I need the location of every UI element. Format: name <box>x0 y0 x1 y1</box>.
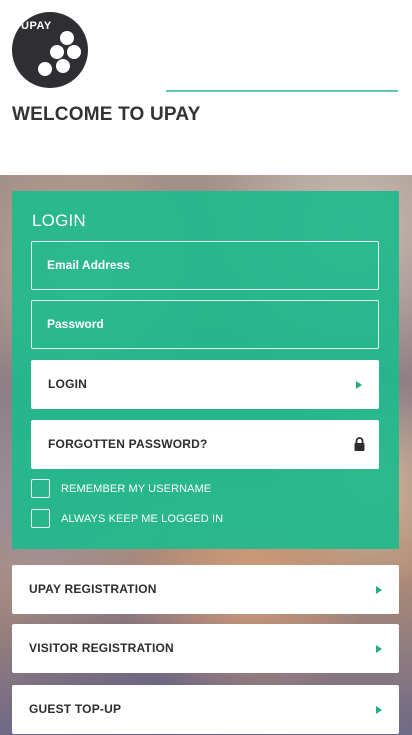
forgotten-password-label: FORGOTTEN PASSWORD? <box>48 437 208 451</box>
keep-logged-in-label: ALWAYS KEEP ME LOGGED IN <box>61 512 224 525</box>
keep-logged-in-row[interactable]: ALWAYS KEEP ME LOGGED IN <box>31 509 223 528</box>
page-title: WELCOME TO UPAY <box>12 104 201 125</box>
guest-top-up-label: GUEST TOP-UP <box>29 702 122 716</box>
lock-icon <box>354 437 365 451</box>
email-placeholder: Email Address <box>47 258 130 272</box>
play-arrow-icon <box>376 585 382 594</box>
header: UPAY WELCOME TO UPAY <box>0 0 412 175</box>
visitor-registration-label: VISITOR REGISTRATION <box>29 641 174 655</box>
visitor-registration-button[interactable]: VISITOR REGISTRATION <box>12 624 399 673</box>
email-field[interactable]: Email Address <box>31 241 379 290</box>
logo-dots-icon <box>38 31 81 76</box>
remember-username-checkbox[interactable] <box>31 479 50 498</box>
password-placeholder: Password <box>47 317 104 331</box>
keep-logged-in-checkbox[interactable] <box>31 509 50 528</box>
play-arrow-icon <box>356 380 362 389</box>
play-arrow-icon <box>376 705 382 714</box>
login-title: LOGIN <box>32 211 86 230</box>
remember-username-label: REMEMBER MY USERNAME <box>61 482 212 495</box>
login-button[interactable]: LOGIN <box>31 360 379 409</box>
upay-registration-label: UPAY REGISTRATION <box>29 582 157 596</box>
remember-username-row[interactable]: REMEMBER MY USERNAME <box>31 479 211 498</box>
login-button-label: LOGIN <box>48 377 87 391</box>
login-panel: LOGIN Email Address Password LOGIN FORGO… <box>12 191 399 549</box>
upay-registration-button[interactable]: UPAY REGISTRATION <box>12 565 399 614</box>
forgotten-password-button[interactable]: FORGOTTEN PASSWORD? <box>31 420 379 469</box>
password-field[interactable]: Password <box>31 300 379 349</box>
upay-logo: UPAY <box>12 12 88 88</box>
play-arrow-icon <box>376 644 382 653</box>
header-divider <box>166 90 398 92</box>
guest-top-up-button[interactable]: GUEST TOP-UP <box>12 685 399 734</box>
